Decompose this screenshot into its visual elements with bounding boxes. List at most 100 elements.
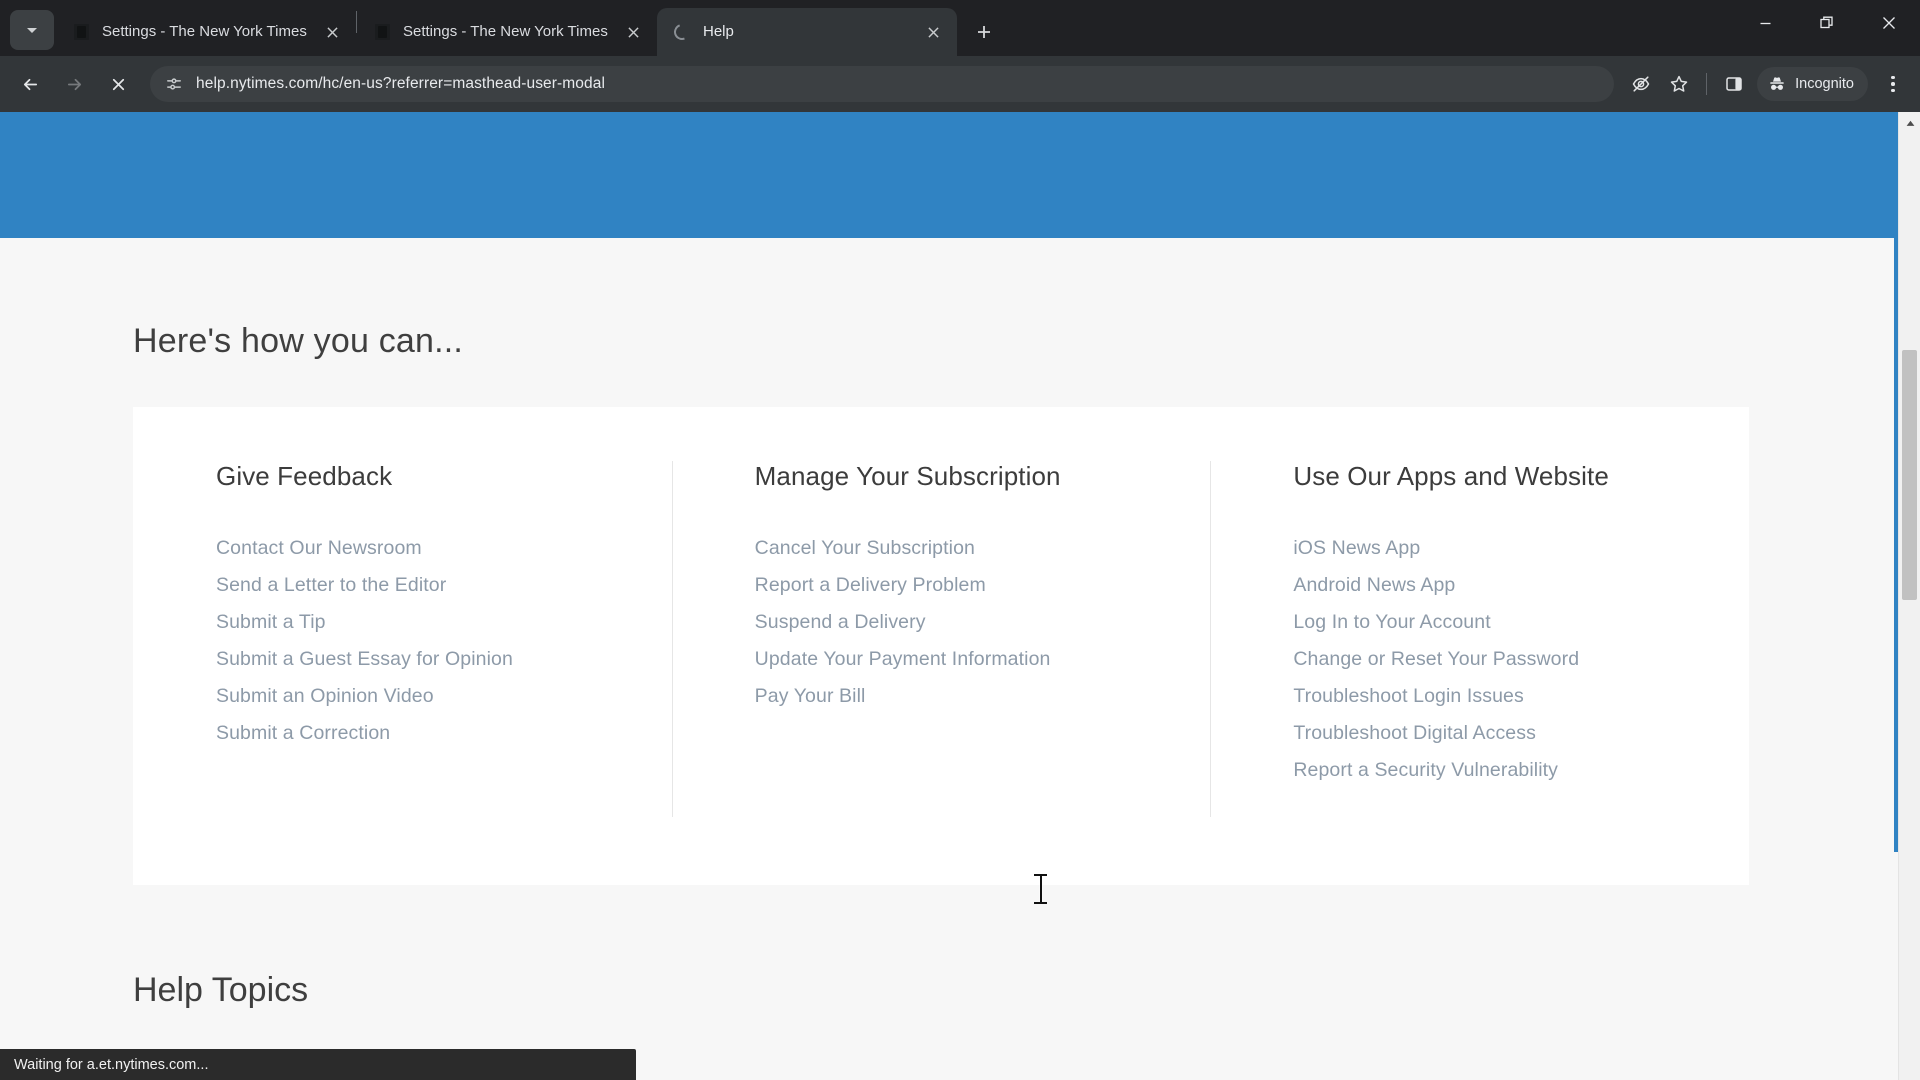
help-links-card: Give Feedback Contact Our Newsroom Send …	[133, 407, 1749, 885]
list-item: Report a Delivery Problem	[755, 574, 1211, 597]
tab-settings-1[interactable]: Settings - The New York Times	[56, 8, 356, 56]
scrollbar-up-button[interactable]	[1899, 112, 1920, 134]
loading-spinner-icon	[671, 21, 693, 43]
toolbar-actions: Incognito	[1622, 65, 1912, 103]
tab-title: Settings - The New York Times	[403, 23, 608, 40]
incognito-indicator[interactable]: Incognito	[1757, 67, 1868, 101]
close-window-button[interactable]	[1858, 0, 1920, 46]
arrow-left-icon	[23, 78, 37, 90]
tab-list: Settings - The New York Times Settings -…	[56, 0, 957, 56]
restore-button[interactable]	[1796, 0, 1858, 46]
window-controls	[1734, 0, 1920, 46]
list-item: Report a Security Vulnerability	[1293, 759, 1749, 782]
toolbar-divider	[1706, 73, 1708, 95]
list-item: Troubleshoot Digital Access	[1293, 722, 1749, 745]
forward-button[interactable]	[54, 64, 94, 104]
link-suspend-a-delivery[interactable]: Suspend a Delivery	[755, 611, 926, 633]
close-icon	[1883, 17, 1895, 29]
back-button[interactable]	[10, 64, 50, 104]
tab-close-button[interactable]	[320, 20, 344, 44]
link-submit-a-guest-essay-for-opinion[interactable]: Submit a Guest Essay for Opinion	[216, 648, 513, 670]
column-heading: Give Feedback	[216, 461, 393, 491]
help-page-content: Here's how you can... Give Feedback Cont…	[0, 112, 1898, 1080]
list-item: Change or Reset Your Password	[1293, 648, 1749, 671]
restore-icon	[1820, 16, 1833, 29]
list-item: Contact Our Newsroom	[216, 537, 672, 560]
tab-help[interactable]: Help	[657, 8, 957, 56]
nyt-favicon	[373, 23, 391, 41]
list-item: Submit a Guest Essay for Opinion	[216, 648, 672, 671]
link-pay-your-bill[interactable]: Pay Your Bill	[755, 685, 866, 707]
close-icon	[627, 26, 639, 38]
stop-loading-button[interactable]	[98, 64, 138, 104]
tab-title: Help	[703, 23, 734, 40]
chevron-down-icon	[27, 28, 37, 33]
tab-search-button[interactable]	[10, 10, 54, 50]
eye-off-icon	[1632, 76, 1650, 92]
link-submit-an-opinion-video[interactable]: Submit an Opinion Video	[216, 685, 434, 707]
site-settings-button[interactable]	[160, 70, 188, 98]
link-log-in-to-your-account[interactable]: Log In to Your Account	[1293, 611, 1490, 633]
three-dot-menu-icon	[1891, 75, 1895, 80]
tab-close-button[interactable]	[921, 20, 945, 44]
scrollbar-thumb[interactable]	[1902, 350, 1917, 600]
link-report-a-delivery-problem[interactable]: Report a Delivery Problem	[755, 574, 986, 596]
link-submit-a-tip[interactable]: Submit a Tip	[216, 611, 326, 633]
scroll-up-arrow-icon	[1906, 120, 1914, 126]
link-change-or-reset-your-password[interactable]: Change or Reset Your Password	[1293, 648, 1579, 670]
link-list: iOS News App Android News App Log In to …	[1293, 537, 1749, 782]
nyt-favicon	[72, 23, 90, 41]
side-panel-button[interactable]	[1715, 65, 1753, 103]
page-viewport: Here's how you can... Give Feedback Cont…	[0, 112, 1920, 1080]
list-item: Troubleshoot Login Issues	[1293, 685, 1749, 708]
status-bubble: Waiting for a.et.nytimes.com...	[0, 1049, 636, 1080]
bookmark-button[interactable]	[1660, 65, 1698, 103]
new-tab-button[interactable]	[967, 15, 1001, 49]
plus-icon	[978, 26, 990, 38]
page-hero-banner	[0, 112, 1898, 238]
tab-close-button[interactable]	[621, 20, 645, 44]
minimize-button[interactable]	[1734, 0, 1796, 46]
link-report-a-security-vulnerability[interactable]: Report a Security Vulnerability	[1293, 759, 1558, 781]
star-icon	[1670, 75, 1688, 92]
list-item: Update Your Payment Information	[755, 648, 1211, 671]
link-list: Contact Our Newsroom Send a Letter to th…	[216, 537, 672, 745]
link-cancel-your-subscription[interactable]: Cancel Your Subscription	[755, 537, 975, 559]
address-bar[interactable]: help.nytimes.com/hc/en-us?referrer=masth…	[150, 66, 1615, 102]
column-manage-your-subscription: Manage Your Subscription Cancel Your Sub…	[671, 461, 1211, 821]
list-item: Pay Your Bill	[755, 685, 1211, 708]
url-text: help.nytimes.com/hc/en-us?referrer=masth…	[196, 75, 606, 92]
column-use-our-apps-and-website: Use Our Apps and Website iOS News App An…	[1210, 461, 1749, 821]
list-item: Log In to Your Account	[1293, 611, 1749, 634]
list-item: iOS News App	[1293, 537, 1749, 560]
link-update-your-payment-information[interactable]: Update Your Payment Information	[755, 648, 1051, 670]
tracking-protection-button[interactable]	[1622, 65, 1660, 103]
link-ios-news-app[interactable]: iOS News App	[1293, 537, 1420, 559]
tab-strip: Settings - The New York Times Settings -…	[0, 0, 1920, 56]
side-panel-icon	[1726, 77, 1742, 91]
help-topics-heading: Help Topics	[133, 971, 309, 1009]
three-dot-menu-icon	[1891, 82, 1895, 86]
tab-settings-2[interactable]: Settings - The New York Times	[357, 8, 657, 56]
list-item: Send a Letter to the Editor	[216, 574, 672, 597]
link-troubleshoot-digital-access[interactable]: Troubleshoot Digital Access	[1293, 722, 1536, 744]
incognito-hat-icon	[1770, 77, 1784, 90]
list-item: Cancel Your Subscription	[755, 537, 1211, 560]
link-troubleshoot-login-issues[interactable]: Troubleshoot Login Issues	[1293, 685, 1524, 707]
column-give-feedback: Give Feedback Contact Our Newsroom Send …	[133, 461, 672, 821]
list-item: Android News App	[1293, 574, 1749, 597]
page-scrollbar[interactable]	[1898, 112, 1920, 1080]
browser-menu-button[interactable]	[1874, 65, 1912, 103]
tune-icon	[167, 78, 181, 90]
link-list: Cancel Your Subscription Report a Delive…	[755, 537, 1211, 708]
link-contact-our-newsroom[interactable]: Contact Our Newsroom	[216, 537, 422, 559]
close-icon	[326, 26, 338, 38]
browser-toolbar: help.nytimes.com/hc/en-us?referrer=masth…	[0, 56, 1920, 112]
browser-window: Settings - The New York Times Settings -…	[0, 0, 1920, 1080]
link-send-a-letter-to-the-editor[interactable]: Send a Letter to the Editor	[216, 574, 446, 596]
link-submit-a-correction[interactable]: Submit a Correction	[216, 722, 390, 744]
list-item: Submit a Tip	[216, 611, 672, 634]
link-android-news-app[interactable]: Android News App	[1293, 574, 1455, 596]
arrow-right-icon	[67, 78, 81, 90]
list-item: Submit a Correction	[216, 722, 672, 745]
